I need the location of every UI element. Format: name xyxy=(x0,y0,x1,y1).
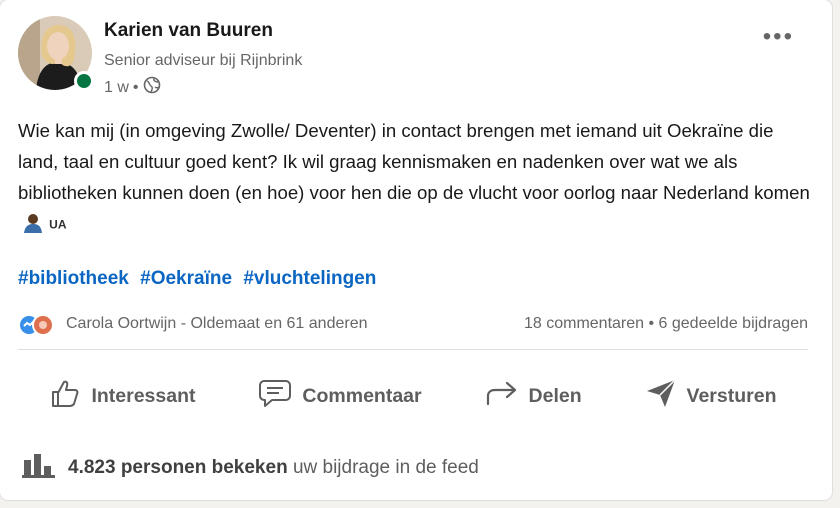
globe-icon xyxy=(143,76,161,99)
share-arrow-icon xyxy=(485,380,519,412)
more-options-icon[interactable]: ••• xyxy=(763,25,794,49)
divider xyxy=(18,349,808,350)
flag-text: UA xyxy=(49,217,67,232)
hashtag-list: #bibliotheek #Oekraïne #vluchtelingen xyxy=(18,268,382,290)
hashtag-link[interactable]: #Oekraïne xyxy=(140,268,232,289)
send-icon xyxy=(645,377,677,415)
post-header: Karien van Buuren Senior adviseur bij Ri… xyxy=(18,16,818,96)
feed-post-card: Karien van Buuren Senior adviseur bij Ri… xyxy=(0,0,832,500)
online-status-dot xyxy=(74,71,94,91)
bar-chart-icon xyxy=(22,452,56,484)
author-headline: Senior adviseur bij Rijnbrink xyxy=(104,52,303,69)
comment-button[interactable]: Commentaar xyxy=(250,372,429,420)
hashtag-link[interactable]: #vluchtelingen xyxy=(243,268,376,289)
share-label: Delen xyxy=(528,384,582,407)
person-emoji-icon xyxy=(18,213,49,234)
share-button[interactable]: Delen xyxy=(477,372,590,420)
hashtag-link[interactable]: #bibliotheek xyxy=(18,268,129,289)
post-analytics[interactable]: 4.823 personen bekeken uw bijdrage in de… xyxy=(22,452,479,484)
post-text: Wie kan mij (in omgeving Zwolle/ Devente… xyxy=(18,120,810,203)
comment-label: Commentaar xyxy=(302,384,422,407)
post-body: Wie kan mij (in omgeving Zwolle/ Devente… xyxy=(18,115,818,241)
comment-icon xyxy=(258,378,292,414)
like-label: Interessant xyxy=(91,384,196,407)
post-meta: 1 w • xyxy=(104,76,161,99)
thumbs-up-icon xyxy=(49,377,81,415)
post-time: 1 w xyxy=(104,78,129,96)
view-count: 4.823 personen bekeken xyxy=(68,457,288,478)
author-name[interactable]: Karien van Buuren xyxy=(104,20,273,42)
action-bar: Interessant Commentaar Delen Versturen xyxy=(18,372,808,420)
social-counts-bar: Carola Oortwijn - Oldemaat en 61 anderen… xyxy=(18,312,810,338)
comments-shares-count[interactable]: 18 commentaren • 6 gedeelde bijdragen xyxy=(524,315,808,333)
view-count-suffix: uw bijdrage in de feed xyxy=(292,457,479,478)
reaction-icons[interactable] xyxy=(18,314,62,336)
analytics-text: 4.823 personen bekeken uw bijdrage in de… xyxy=(68,457,479,479)
like-button[interactable]: Interessant xyxy=(41,372,203,420)
send-button[interactable]: Versturen xyxy=(637,372,785,420)
meta-separator: • xyxy=(132,78,139,96)
send-label: Versturen xyxy=(686,384,777,407)
reactors-text[interactable]: Carola Oortwijn - Oldemaat en 61 anderen xyxy=(66,315,368,333)
